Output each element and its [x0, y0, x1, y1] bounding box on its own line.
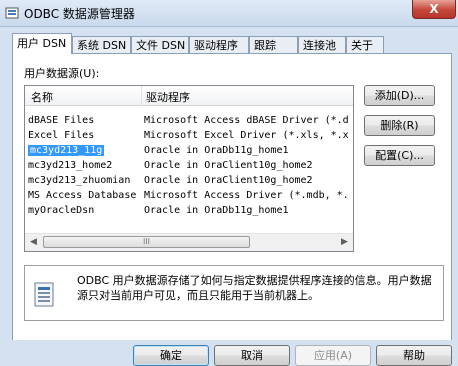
list-item[interactable]: MS Access Database Microsoft Access Driv…: [25, 188, 353, 203]
tab-user-dsn[interactable]: 用户 DSN: [12, 33, 72, 54]
list-item[interactable]: Excel Files Microsoft Excel Driver (*.xl…: [25, 128, 353, 143]
dsn-name: mc3yd213_11g: [28, 143, 140, 158]
tab-about[interactable]: 关于: [346, 36, 384, 53]
title-bar: ODBC 数据源管理器 X: [0, 0, 458, 27]
user-data-sources-label: 用户数据源(U):: [24, 67, 100, 80]
help-button[interactable]: 帮助: [376, 345, 452, 366]
list-item[interactable]: dBASE Files Microsoft Access dBASE Drive…: [25, 113, 353, 128]
column-header-name[interactable]: 名称: [31, 89, 53, 105]
odbc-info-icon: [34, 282, 54, 307]
dsn-driver: Microsoft Access Driver (*.mdb, *.: [144, 190, 349, 201]
scroll-thumb[interactable]: III: [43, 236, 250, 248]
apply-button[interactable]: 应用(A): [295, 345, 371, 366]
dsn-driver: Oracle in OraDb11g_home1: [144, 205, 289, 216]
window-title: ODBC 数据源管理器: [24, 7, 135, 21]
ok-button[interactable]: 确定: [133, 345, 209, 366]
list-item[interactable]: myOracleDsn Oracle in OraDb11g_home1: [25, 203, 353, 218]
dsn-driver: Oracle in OraClient10g_home2: [144, 160, 313, 171]
tab-connection-pooling[interactable]: 连接池: [298, 36, 346, 53]
scroll-left-icon[interactable]: ◀: [25, 234, 42, 251]
column-separator[interactable]: [141, 86, 142, 105]
close-button[interactable]: X: [412, 0, 456, 19]
list-header: 名称 驱动程序: [25, 86, 353, 106]
remove-button[interactable]: 删除(R): [364, 115, 435, 136]
list-item-selected[interactable]: mc3yd213_11g Oracle in OraDb11g_home1: [25, 143, 353, 158]
grip-icon: III: [142, 237, 151, 246]
dsn-name: mc3yd213_home2: [28, 160, 113, 171]
cancel-button[interactable]: 取消: [214, 345, 290, 366]
tab-tracing[interactable]: 跟踪: [249, 36, 298, 53]
column-header-driver[interactable]: 驱动程序: [146, 89, 190, 105]
scroll-right-icon[interactable]: ▶: [336, 234, 353, 251]
info-description: ODBC 用户数据源存储了如何与指定数据提供程序连接的信息。用户数据源只对当前用…: [77, 274, 432, 302]
add-button[interactable]: 添加(D)...: [364, 85, 435, 106]
horizontal-scrollbar[interactable]: ◀ III ▶: [25, 233, 353, 251]
dsn-name: myOracleDsn: [28, 205, 95, 216]
dsn-driver: Microsoft Access dBASE Driver (*.d: [144, 115, 349, 126]
dsn-name: dBASE Files: [28, 115, 95, 126]
tab-file-dsn[interactable]: 文件 DSN: [131, 36, 189, 53]
dsn-driver: Oracle in OraClient10g_home2: [144, 175, 313, 186]
configure-button[interactable]: 配置(C)...: [364, 145, 435, 166]
dsn-name: MS Access Database: [28, 190, 137, 201]
odbc-app-icon: [5, 7, 19, 19]
tab-drivers[interactable]: 驱动程序: [189, 36, 249, 53]
dsn-driver: Oracle in OraDb11g_home1: [144, 145, 289, 156]
dsn-name: Excel Files: [28, 130, 95, 141]
dsn-name-highlight: mc3yd213_11g: [28, 145, 105, 156]
data-source-list[interactable]: 名称 驱动程序 dBASE Files Microsoft Access dBA…: [24, 85, 354, 252]
close-icon: X: [429, 2, 439, 16]
list-item[interactable]: mc3yd213_home2 Oracle in OraClient10g_ho…: [25, 158, 353, 173]
dsn-driver: Microsoft Excel Driver (*.xls, *.x: [144, 130, 349, 141]
info-box: ODBC 用户数据源存储了如何与指定数据提供程序连接的信息。用户数据源只对当前用…: [24, 265, 444, 321]
dsn-name: mc3yd213_zhuomian: [28, 175, 131, 186]
tab-system-dsn[interactable]: 系统 DSN: [72, 36, 131, 53]
list-item[interactable]: mc3yd213_zhuomian Oracle in OraClient10g…: [25, 173, 353, 188]
